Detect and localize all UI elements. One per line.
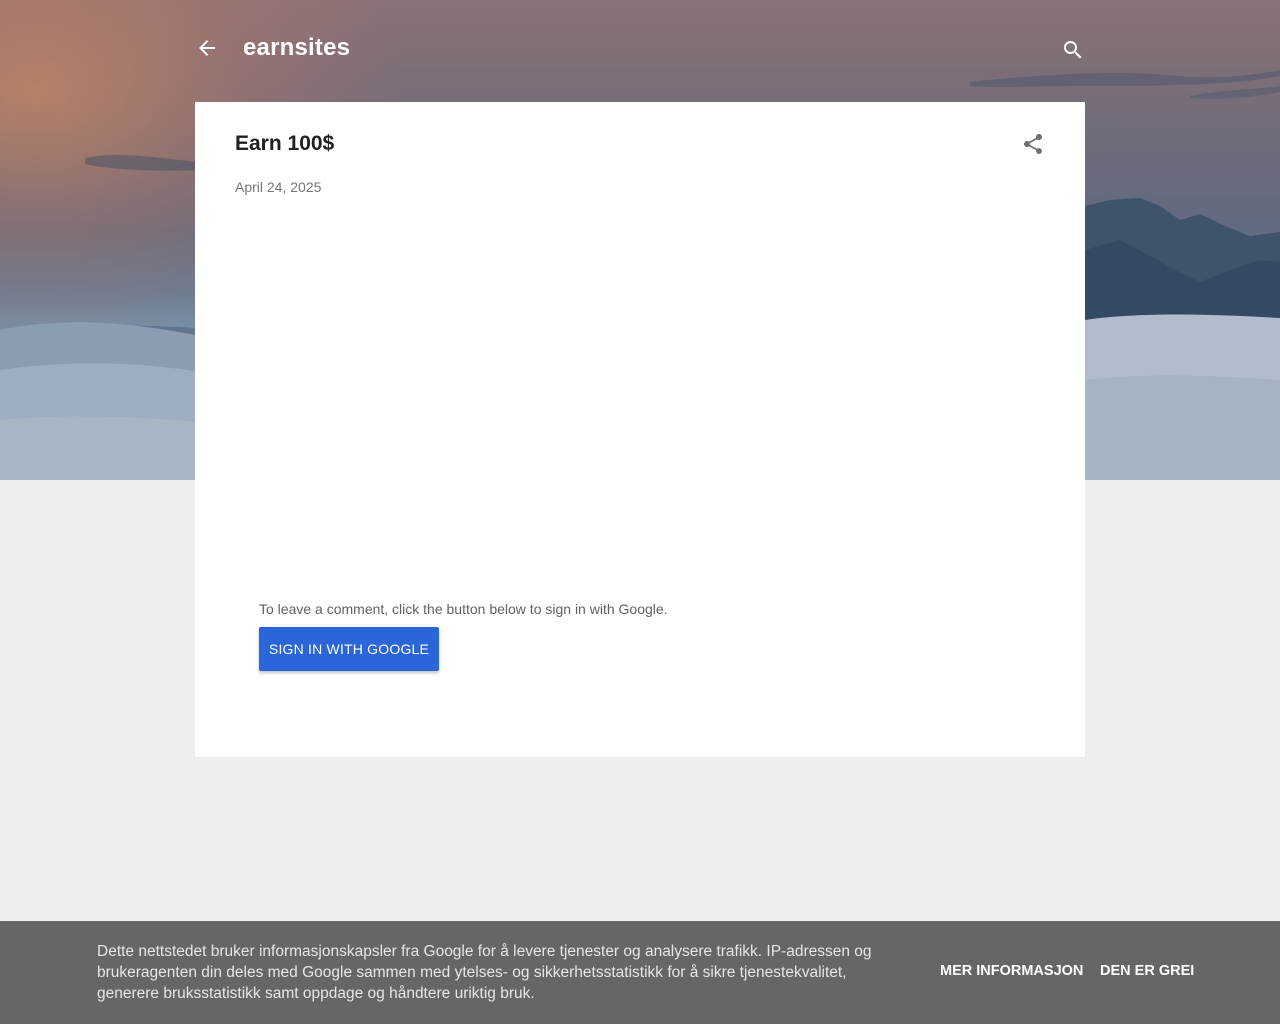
more-information-link[interactable]: MER INFORMASJON — [940, 963, 1083, 979]
cookie-notice-text: Dette nettstedet bruker informasjonskaps… — [97, 943, 872, 1002]
accept-cookies-button[interactable]: DEN ER GREI — [1100, 963, 1194, 979]
comment-prompt: To leave a comment, click the button bel… — [259, 601, 668, 617]
blog-title[interactable]: earnsites — [243, 34, 350, 62]
back-button[interactable] — [195, 36, 219, 60]
post-title: Earn 100$ — [235, 132, 335, 155]
post-card: Earn 100$ April 24, 2025 To leave a comm… — [195, 102, 1085, 757]
share-icon — [1024, 134, 1042, 154]
share-button[interactable] — [1021, 132, 1045, 156]
search-icon — [1064, 41, 1082, 59]
arrow-back-icon — [199, 40, 215, 56]
blog-header: earnsites — [195, 20, 1085, 80]
post-date[interactable]: April 24, 2025 — [235, 179, 321, 195]
search-button[interactable] — [1061, 38, 1085, 62]
cookie-notice-bar: Dette nettstedet bruker informasjonskaps… — [0, 921, 1280, 1024]
sign-in-with-google-button[interactable]: SIGN IN WITH GOOGLE — [259, 627, 439, 671]
